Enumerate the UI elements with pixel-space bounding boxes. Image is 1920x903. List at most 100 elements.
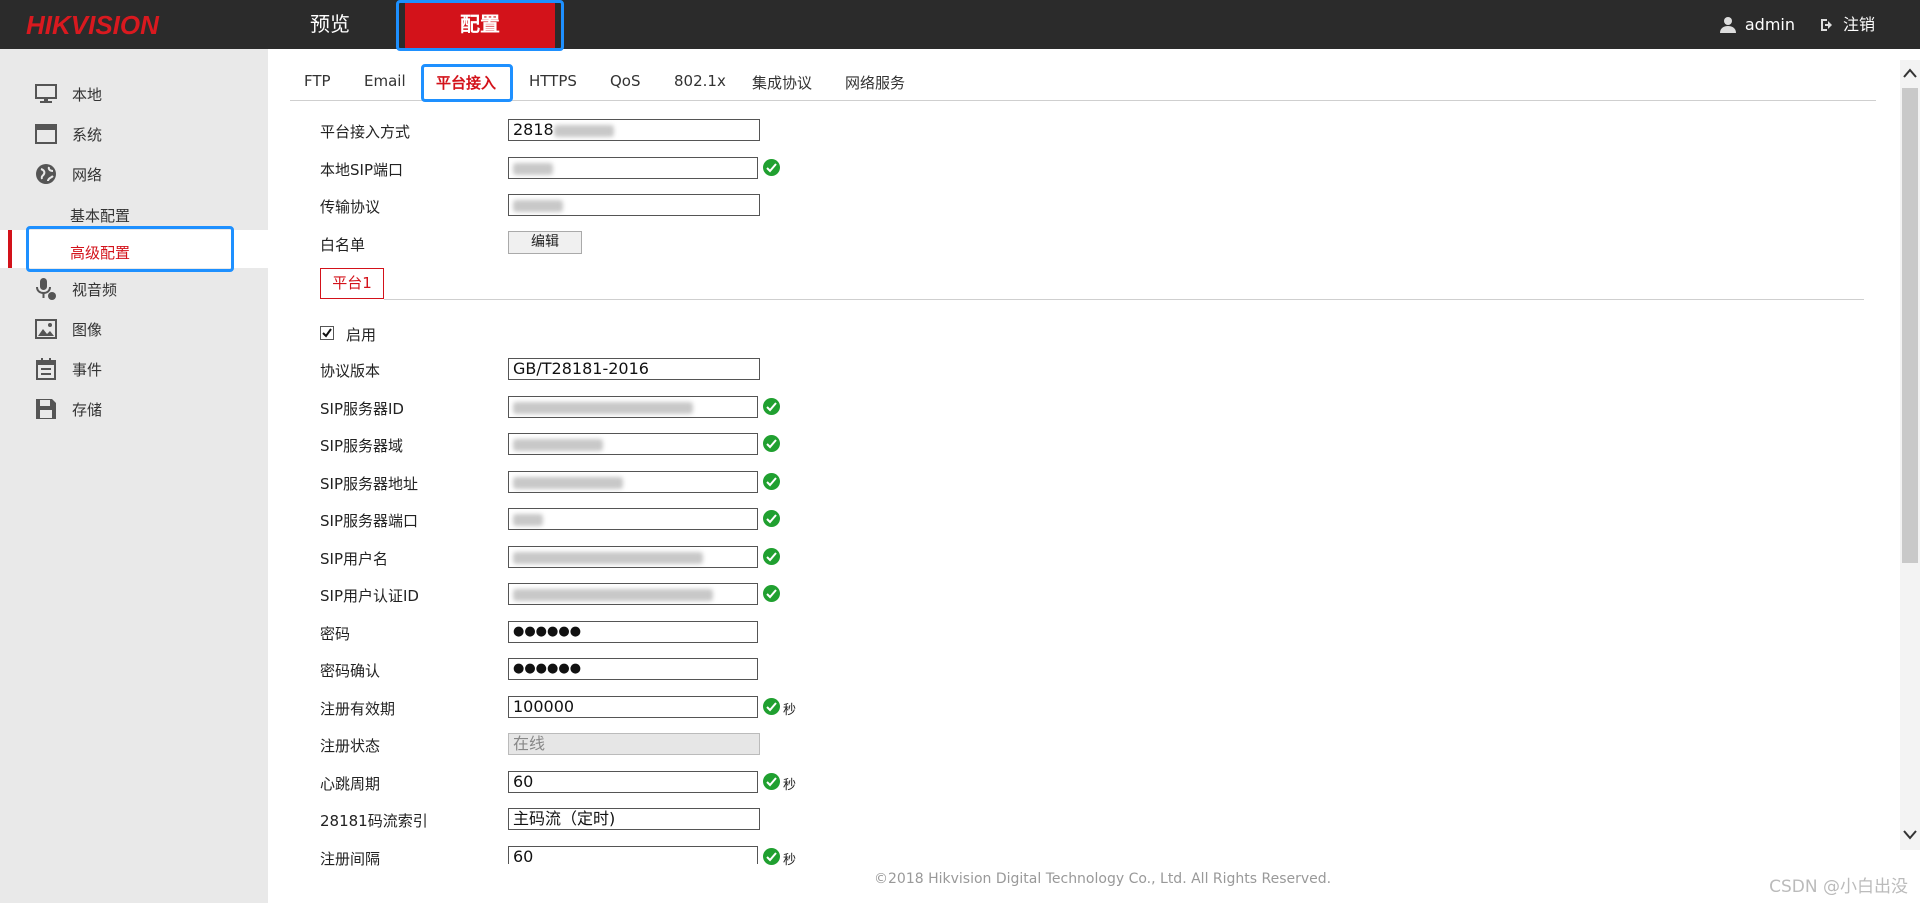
whitelist-label: 白名单	[320, 236, 366, 254]
check-icon	[763, 548, 780, 565]
sip-server-id-input[interactable]	[508, 396, 758, 418]
logout-icon	[1820, 18, 1832, 31]
sidebar-item-storage[interactable]: 存储	[34, 394, 102, 424]
sip-auth-id-input[interactable]	[508, 583, 758, 605]
enable-label: 启用	[346, 326, 377, 344]
redacted-blur	[513, 199, 563, 212]
check-icon	[763, 848, 780, 865]
sidebar-item-label: 本地	[72, 85, 103, 104]
sidebar-item-video-audio[interactable]: 视音频	[34, 274, 117, 304]
microphone-icon	[34, 277, 58, 301]
redacted-blur	[513, 162, 553, 175]
unit-seconds: 秒	[783, 853, 797, 868]
sip-server-id-label: SIP服务器ID	[320, 400, 404, 418]
tab-8021x[interactable]: 802.1x	[674, 72, 726, 90]
redacted-blur	[513, 588, 713, 601]
config-highlight-box	[396, 0, 564, 51]
sidebar-item-event[interactable]: 事件	[34, 354, 102, 384]
protocol-version-value: GB/T28181-2016	[513, 359, 649, 378]
sidebar-subitem-basic[interactable]: 基本配置	[70, 205, 130, 226]
sip-server-port-input[interactable]	[508, 508, 758, 530]
unit-seconds: 秒	[783, 778, 797, 793]
transport-select[interactable]	[508, 194, 760, 216]
chevron-up-icon	[1903, 68, 1917, 78]
redacted-blur	[513, 401, 693, 414]
globe-icon	[34, 162, 58, 186]
redacted-blur	[513, 551, 703, 564]
sidebar-item-label: 视音频	[72, 280, 118, 299]
reg-validity-input[interactable]: 100000	[508, 696, 758, 718]
tab-https[interactable]: HTTPS	[529, 72, 577, 90]
sip-server-port-label: SIP服务器端口	[320, 512, 418, 530]
heartbeat-input[interactable]: 60	[508, 771, 758, 793]
sidebar-item-label: 网络	[72, 165, 103, 184]
tab-platform-1[interactable]: 平台1	[320, 268, 384, 299]
sip-username-label: SIP用户名	[320, 550, 388, 568]
user-menu[interactable]: admin	[1719, 0, 1795, 49]
sidebar-item-local[interactable]: 本地	[34, 79, 102, 109]
tab-network-service[interactable]: 网络服务	[845, 72, 905, 93]
sidebar-item-system[interactable]: 系统	[34, 119, 102, 149]
sip-auth-id-label: SIP用户认证ID	[320, 587, 419, 605]
image-icon	[34, 317, 58, 341]
hikvision-logo: HIKVISION	[26, 10, 159, 40]
scroll-down-button[interactable]	[1902, 828, 1918, 848]
window-icon	[34, 122, 58, 146]
check-icon	[763, 435, 780, 452]
advanced-highlight-box	[26, 226, 234, 272]
sip-server-address-label: SIP服务器地址	[320, 475, 418, 493]
reg-status-select: 在线	[508, 733, 760, 755]
password-input[interactable]: ●●●●●●	[508, 621, 758, 643]
reg-status-label: 注册状态	[320, 737, 381, 755]
calendar-icon	[34, 357, 58, 381]
access-mode-label: 平台接入方式	[320, 123, 411, 141]
logout-button[interactable]: 注销	[1819, 0, 1875, 49]
sip-server-domain-input[interactable]	[508, 433, 758, 455]
scroll-up-button[interactable]	[1902, 66, 1918, 86]
tab-qos[interactable]: QoS	[610, 72, 641, 90]
reg-status-value: 在线	[513, 734, 546, 753]
logout-label: 注销	[1842, 15, 1875, 34]
sidebar-item-network[interactable]: 网络	[34, 159, 102, 189]
password-confirm-input[interactable]: ●●●●●●	[508, 658, 758, 680]
access-mode-value: 2818	[513, 120, 554, 139]
checkmark-icon	[322, 328, 332, 338]
platform-tab-highlight-box	[421, 64, 513, 102]
csdn-watermark: CSDN @小白出没	[1769, 877, 1908, 897]
top-bar: HIKVISION 预览 配置 admin 注销	[0, 0, 1920, 49]
check-icon	[763, 698, 780, 715]
enable-checkbox[interactable]	[320, 326, 334, 340]
local-sip-port-input[interactable]	[508, 157, 758, 179]
sidebar-active-indicator	[8, 230, 12, 268]
password-confirm-label: 密码确认	[320, 662, 381, 680]
tab-ftp[interactable]: FTP	[304, 72, 331, 90]
unit-seconds: 秒	[783, 703, 797, 718]
tab-integration-protocol[interactable]: 集成协议	[752, 72, 812, 93]
access-mode-select[interactable]: 2818	[508, 119, 760, 141]
check-icon	[763, 773, 780, 790]
transport-label: 传输协议	[320, 198, 381, 216]
scrollbar-thumb[interactable]	[1902, 88, 1918, 563]
check-icon	[763, 398, 780, 415]
stream-index-value: 主码流（定时)	[513, 809, 616, 828]
redacted-blur	[513, 438, 603, 451]
sip-server-address-input[interactable]	[508, 471, 758, 493]
local-sip-port-label: 本地SIP端口	[320, 161, 403, 179]
active-tab-underline	[432, 34, 504, 36]
nav-preview[interactable]: 预览	[300, 0, 360, 49]
edit-whitelist-button[interactable]: 编辑	[508, 231, 582, 254]
sidebar-item-label: 图像	[72, 320, 103, 339]
sidebar-item-label: 系统	[72, 125, 103, 144]
protocol-version-select[interactable]: GB/T28181-2016	[508, 358, 760, 380]
reg-interval-input[interactable]: 60	[508, 846, 758, 864]
divider	[384, 299, 1864, 300]
tab-email[interactable]: Email	[364, 72, 406, 90]
sidebar-item-label: 事件	[72, 360, 103, 379]
sip-username-input[interactable]	[508, 546, 758, 568]
stream-index-select[interactable]: 主码流（定时)	[508, 808, 760, 830]
reg-interval-label: 注册间隔	[320, 850, 381, 868]
sidebar-item-image[interactable]: 图像	[34, 314, 102, 344]
tab-bar: FTP Email 平台接入 HTTPS QoS 802.1x 集成协议 网络服…	[290, 64, 1876, 101]
stream-index-label: 28181码流索引	[320, 812, 428, 830]
check-icon	[763, 510, 780, 527]
